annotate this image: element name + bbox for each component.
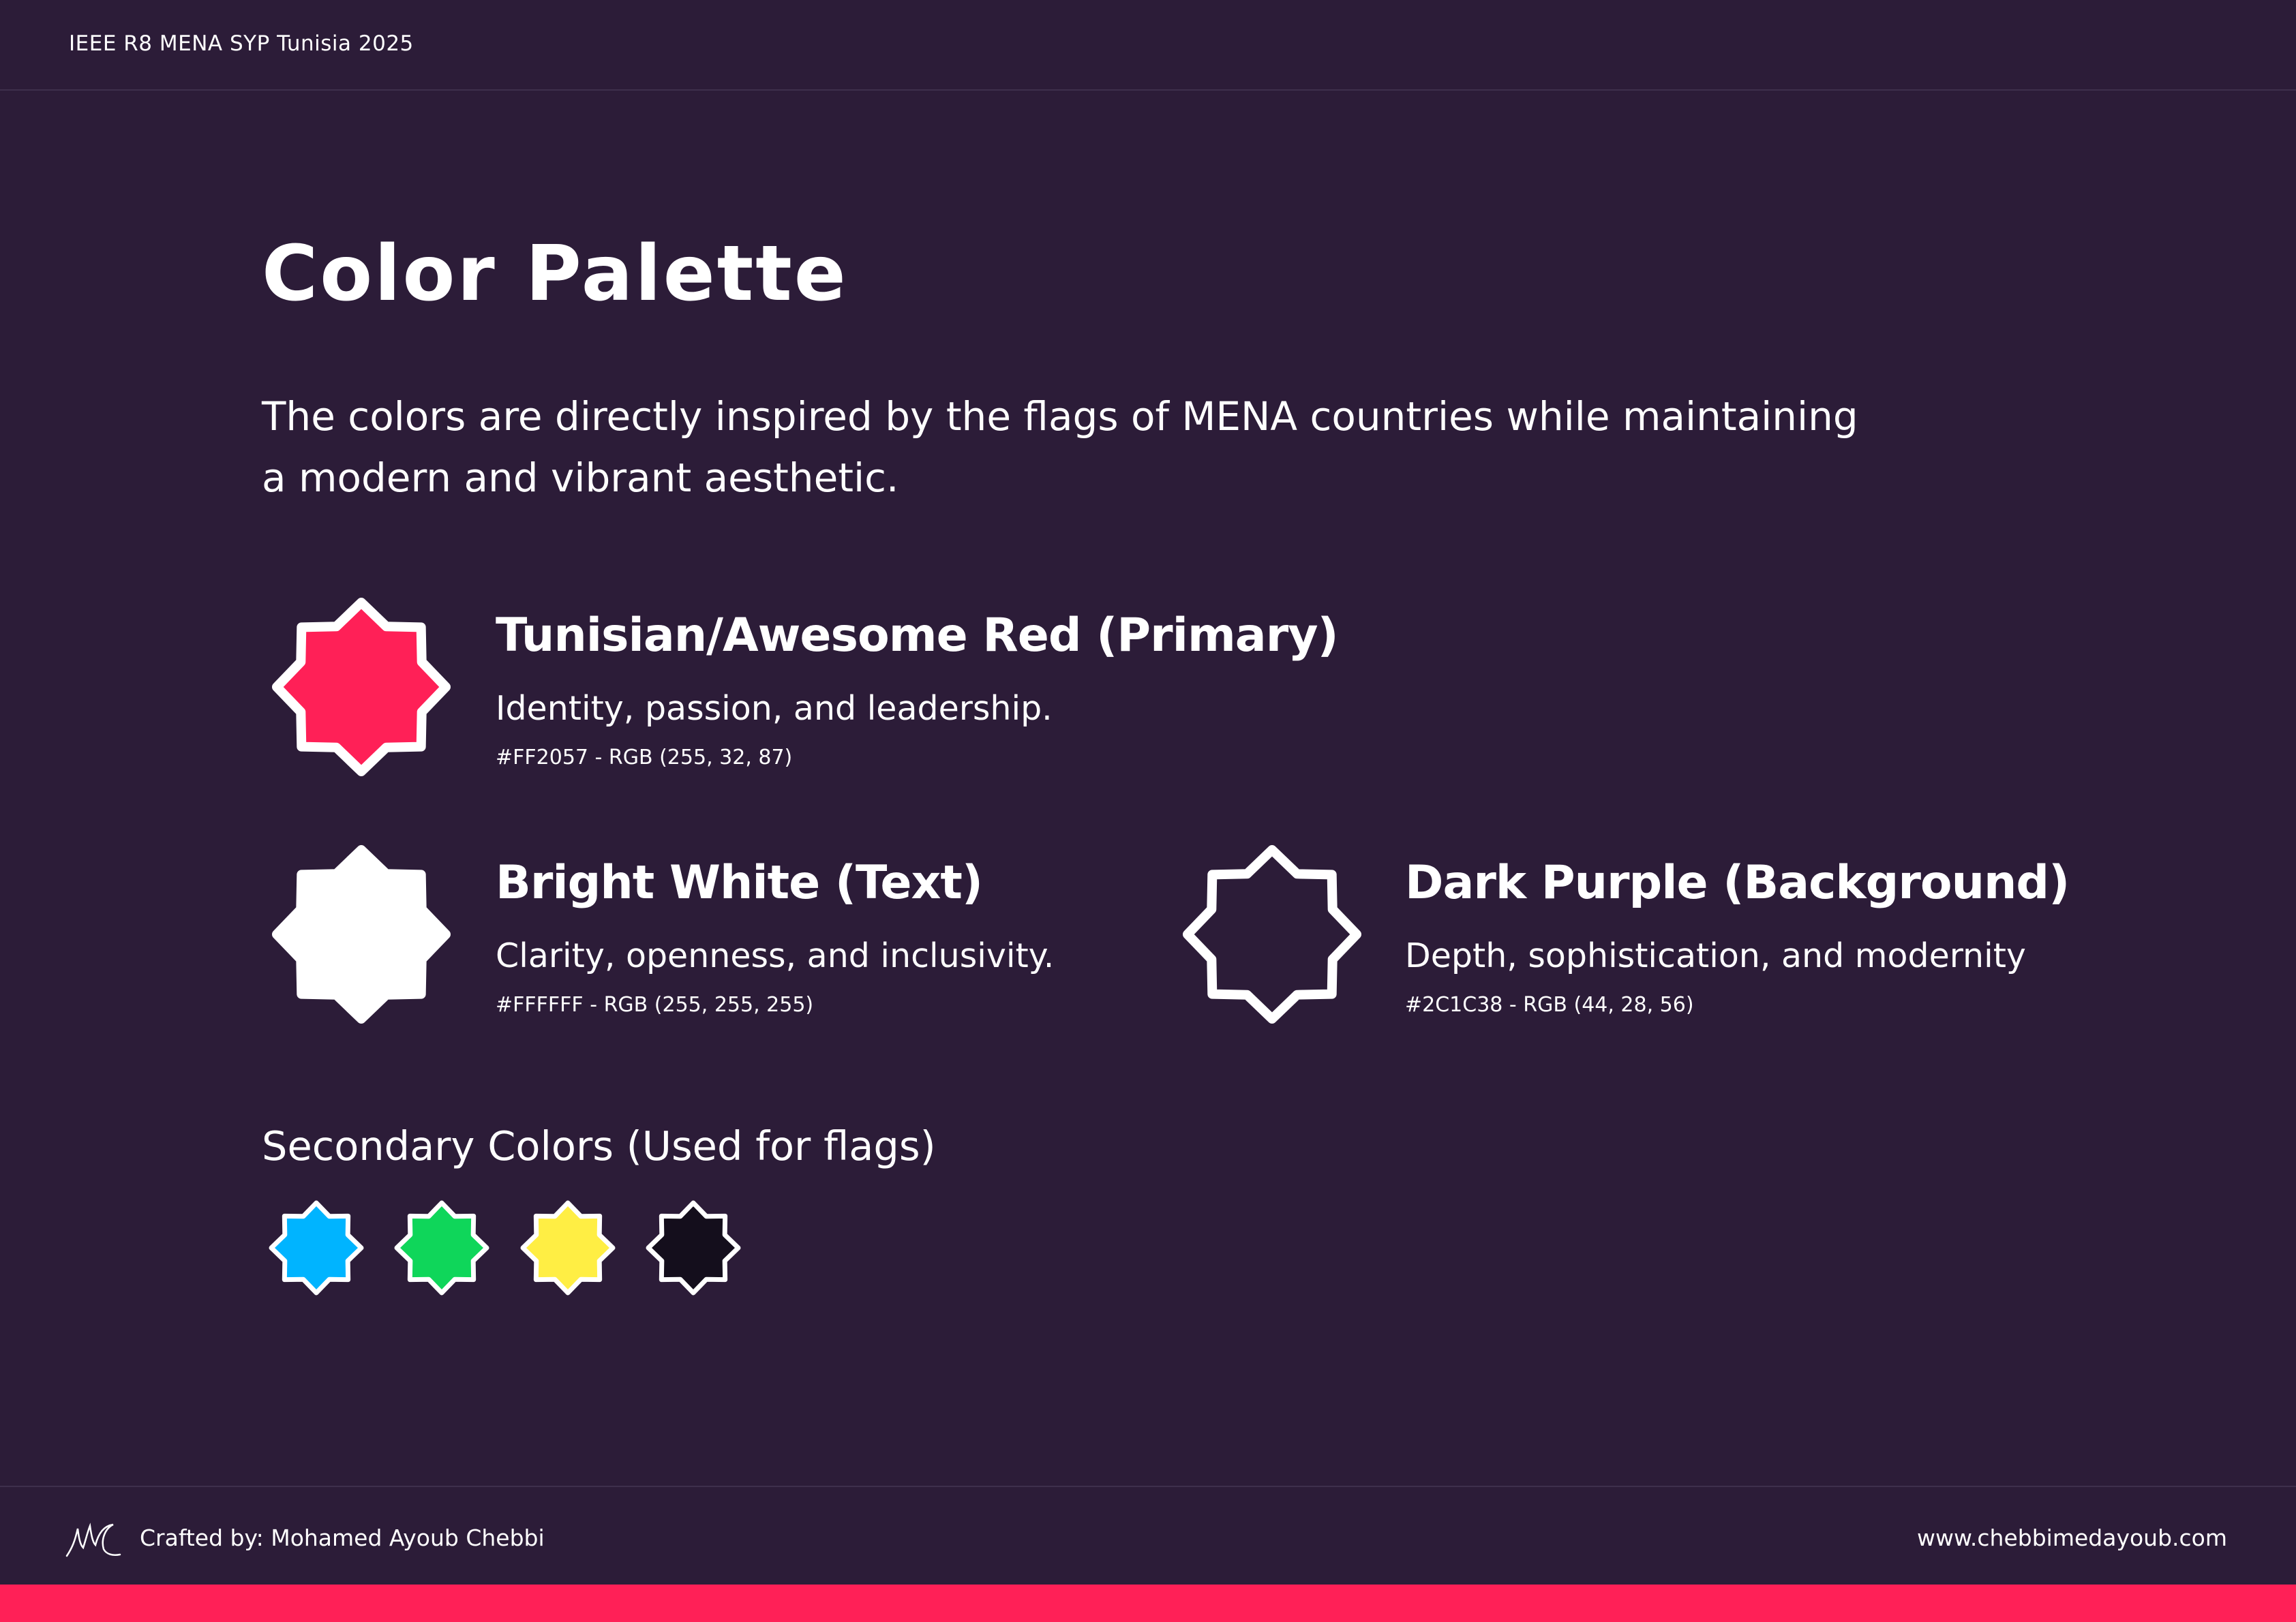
background-color-description: Depth, sophistication, and modernity — [1405, 936, 2026, 975]
credit-text: Crafted by: Mohamed Ayoub Chebbi — [140, 1525, 545, 1551]
secondary-colors-heading: Secondary Colors (Used for flags) — [262, 1122, 936, 1169]
intro-text: The colors are directly inspired by the … — [262, 386, 1966, 508]
white-star-swatch-icon — [267, 844, 455, 1025]
page-title: Color Palette — [262, 230, 848, 318]
background-color-name: Dark Purple (Background) — [1405, 856, 2070, 910]
primary-color-name: Tunisian/Awesome Red (Primary) — [496, 609, 1339, 662]
text-color-name: Bright White (Text) — [496, 856, 983, 910]
text-color-description: Clarity, openness, and inclusivity. — [496, 936, 1055, 975]
blue-star-swatch-icon — [266, 1199, 367, 1300]
primary-color-code: #FF2057 - RGB (255, 32, 87) — [496, 746, 793, 769]
signature-logo-icon — [65, 1520, 121, 1561]
red-star-swatch-icon — [267, 596, 455, 778]
text-color-code: #FFFFFF - RGB (255, 255, 255) — [496, 993, 814, 1017]
footer-bar: Crafted by: Mohamed Ayoub Chebbi www.che… — [0, 1486, 2296, 1585]
green-star-swatch-icon — [391, 1199, 492, 1300]
accent-bar — [0, 1585, 2296, 1622]
black-star-swatch-icon — [643, 1199, 744, 1300]
intro-line-2: a modern and vibrant aesthetic. — [262, 455, 899, 501]
purple-star-swatch-icon — [1178, 844, 1366, 1025]
header-bar: IEEE R8 MENA SYP Tunisia 2025 — [0, 0, 2296, 91]
website-link[interactable]: www.chebbimedayoub.com — [1917, 1525, 2227, 1551]
intro-line-1: The colors are directly inspired by the … — [262, 393, 1858, 440]
yellow-star-swatch-icon — [517, 1199, 618, 1300]
background-color-code: #2C1C38 - RGB (44, 28, 56) — [1405, 993, 1694, 1017]
event-title: IEEE R8 MENA SYP Tunisia 2025 — [69, 31, 414, 56]
primary-color-description: Identity, passion, and leadership. — [496, 689, 1053, 728]
